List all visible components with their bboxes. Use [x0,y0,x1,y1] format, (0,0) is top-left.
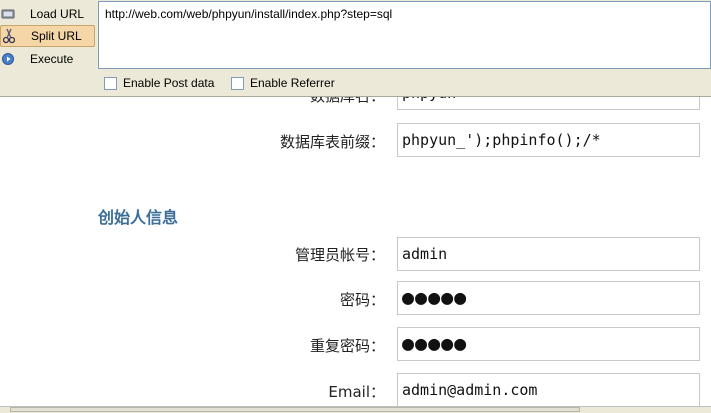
admin-account-label: 管理员帐号： [294,246,385,264]
load-url-button[interactable]: Load URL [0,3,95,25]
table-prefix-label: 数据库表前缀： [279,133,385,151]
enable-post-label: Enable Post data [123,76,215,90]
install-form: 数据库名： phpyun 数据库表前缀： phpyun_');phpinfo()… [0,96,711,406]
db-name-label: 数据库名： [309,96,385,105]
password-input[interactable]: ●●●●● [397,281,700,315]
scrollbar-thumb[interactable] [10,407,580,412]
url-input[interactable]: http://web.com/web/phpyun/install/index.… [98,1,711,69]
db-name-input[interactable]: phpyun [397,96,700,110]
enable-referrer-option[interactable]: Enable Referrer [231,76,335,90]
repeat-password-label: 重复密码： [309,337,385,355]
enable-referrer-checkbox[interactable] [231,76,244,90]
hackbar-toolbar: Load URL Split URL Execute http://web.co… [0,0,711,97]
split-url-label: Split URL [31,29,82,43]
execute-button[interactable]: Execute [0,48,95,70]
enable-post-data-option[interactable]: Enable Post data [104,76,214,90]
load-url-icon [0,6,16,22]
password-label: 密码： [339,291,385,309]
email-label: Email： [328,383,385,401]
repeat-password-input[interactable]: ●●●●● [397,327,700,361]
load-url-label: Load URL [30,7,85,21]
section-title-founder-info: 创始人信息 [98,208,179,227]
scissors-icon [1,28,17,44]
table-prefix-input[interactable]: phpyun_');phpinfo();/* [397,123,700,157]
execute-label: Execute [30,52,74,66]
split-url-button[interactable]: Split URL [0,25,95,47]
admin-account-input[interactable]: admin [397,237,700,271]
enable-referrer-label: Enable Referrer [250,76,335,90]
email-input[interactable]: admin@admin.com [397,373,700,406]
execute-icon [0,51,16,67]
enable-post-checkbox[interactable] [104,76,117,90]
